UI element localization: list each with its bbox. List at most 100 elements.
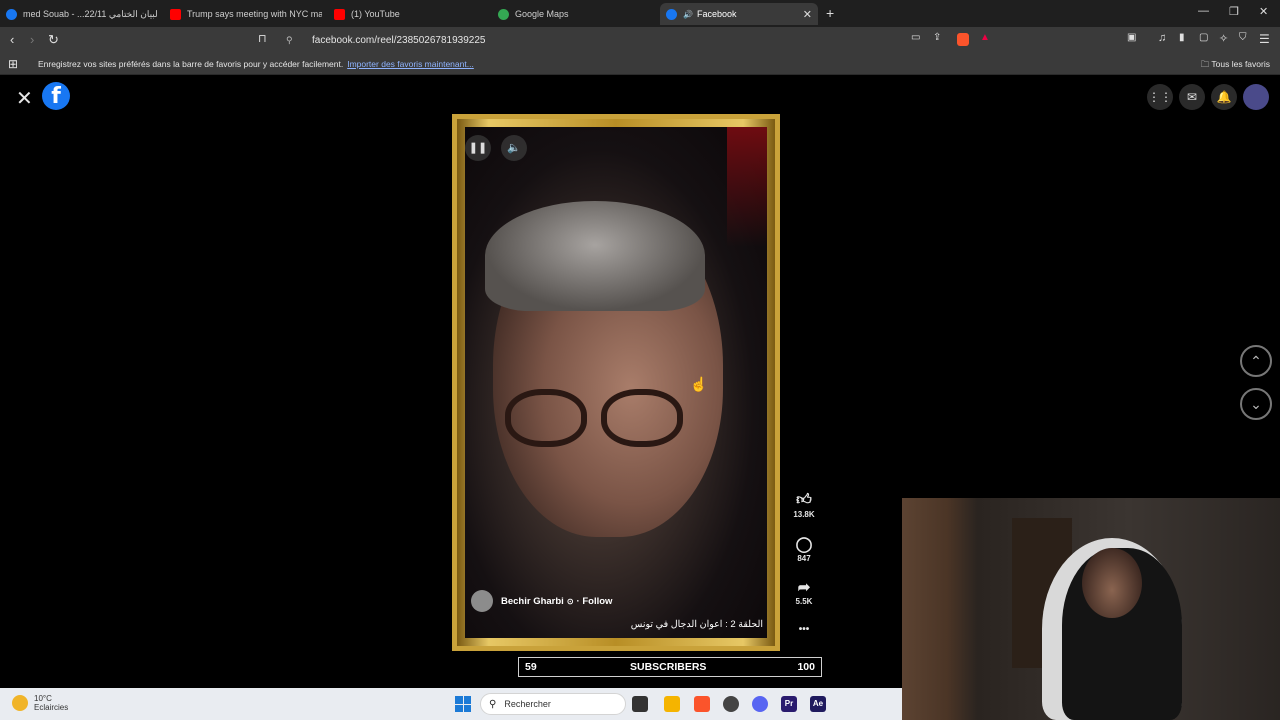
weather-condition: Eclaircies — [34, 703, 69, 712]
background-glow — [727, 127, 767, 247]
windows-start-icon[interactable] — [455, 696, 471, 712]
search-placeholder: Rechercher — [504, 699, 551, 709]
vpn-icon[interactable]: ⛉ — [1239, 32, 1247, 43]
share-icon[interactable]: ⇪ — [933, 32, 941, 43]
youtube-favicon-icon — [170, 8, 181, 20]
tab-label: Trump says meeting with NYC mayor — [187, 9, 322, 19]
subscriber-label: SUBSCRIBERS — [630, 661, 707, 673]
back-icon[interactable]: ‹ — [10, 32, 14, 47]
next-reel-button[interactable]: ⌄ — [1240, 388, 1272, 420]
panel-icon[interactable]: ▮ — [1179, 32, 1185, 43]
bookmarks-message: Enregistrez vos sites préférés dans la b… — [38, 59, 344, 69]
search-icon: ⚲ — [489, 698, 497, 710]
like-icon: 👍︎ — [796, 491, 812, 508]
address-bar[interactable]: ⚲ facebook.com/reel/2385026781939225 — [278, 29, 998, 51]
tab-youtube[interactable]: (1) YouTube — [334, 3, 486, 25]
folder-icon: 🗀 — [1200, 59, 1212, 69]
more-options-button[interactable]: ••• — [791, 624, 817, 635]
author-name[interactable]: Bechir Gharbi — [501, 596, 564, 607]
maximize-icon[interactable]: ❐ — [1229, 5, 1239, 18]
address-toolbar: ‹ › ↻ ⊓ ⚲ facebook.com/reel/238502678193… — [0, 27, 1280, 53]
temperature: 10°C — [34, 694, 52, 703]
premiere-pro-icon[interactable]: Pr — [781, 696, 797, 712]
bookmarks-bar: ⊞ Enregistrez vos sites préférés dans la… — [0, 53, 1280, 75]
tab-facebook-1[interactable]: med Souab - ...22/11 البيان الختامي — [6, 3, 158, 25]
like-count: 13.8K — [793, 510, 815, 519]
cast-icon[interactable]: ▭ — [911, 32, 920, 43]
brave-browser-icon[interactable] — [694, 696, 710, 712]
task-view-icon[interactable] — [632, 696, 648, 712]
profile-avatar[interactable] — [1243, 84, 1269, 110]
reload-icon[interactable]: ↻ — [48, 32, 59, 48]
subscriber-count: 59 — [525, 661, 537, 673]
tab-label: Google Maps — [515, 9, 569, 19]
follow-button[interactable]: · Follow — [577, 596, 613, 607]
tab-facebook-active[interactable]: 🔊 Facebook ✕ — [660, 3, 818, 25]
partly-sunny-icon — [12, 695, 28, 711]
comment-count: 847 — [797, 554, 811, 563]
tab-google-maps[interactable]: Google Maps — [498, 3, 650, 25]
tab-label: Facebook — [696, 9, 737, 19]
tab-trump-news[interactable]: Trump says meeting with NYC mayor — [170, 3, 322, 25]
subscriber-goal-bar: 59 SUBSCRIBERS 100 — [518, 657, 822, 677]
facebook-logo-icon[interactable]: f — [42, 82, 70, 110]
windows-taskbar: 10°C Eclaircies ⚲ Rechercher Pr Ae — [0, 688, 902, 720]
reel-video[interactable]: ❚❚ 🔈 Bechir Gharbi ⊙ · Follow الحلقة 2 :… — [465, 127, 767, 638]
streamer-head-image — [1082, 548, 1142, 618]
all-bookmarks-label: Tous les favoris — [1211, 59, 1270, 69]
glasses-image — [505, 389, 735, 449]
messenger-icon[interactable]: ✉ — [1179, 84, 1205, 110]
apps-grid-icon[interactable]: ⊞ — [8, 57, 18, 71]
pause-icon[interactable]: ❚❚ — [465, 135, 491, 161]
subscriber-goal: 100 — [797, 661, 815, 673]
volume-icon[interactable]: 🔈 — [501, 135, 527, 161]
comment-icon: ◯ — [795, 536, 813, 553]
taskbar-search[interactable]: ⚲ Rechercher — [480, 693, 626, 715]
after-effects-icon[interactable]: Ae — [810, 696, 826, 712]
author-avatar[interactable] — [471, 590, 493, 612]
bookmark-icon[interactable]: ⊓ — [258, 32, 267, 45]
forward-icon[interactable]: › — [30, 32, 34, 47]
weather-widget[interactable]: 10°C Eclaircies — [12, 694, 68, 712]
maps-favicon-icon — [498, 8, 509, 20]
comment-button[interactable]: ◯ 847 — [791, 535, 817, 563]
facebook-favicon-icon — [6, 8, 17, 20]
brave-shields-icon[interactable] — [957, 33, 969, 46]
share-arrow-icon: ➦ — [797, 579, 811, 596]
reel-video-frame[interactable]: ❚❚ 🔈 Bechir Gharbi ⊙ · Follow الحلقة 2 :… — [452, 114, 780, 651]
close-reel-icon[interactable]: ✕ — [16, 86, 33, 111]
share-button[interactable]: ➦ 5.5K — [791, 578, 817, 606]
leo-ai-icon[interactable]: ✧ — [1219, 32, 1228, 45]
youtube-favicon-icon — [334, 8, 345, 20]
tab-label: med Souab - ...22/11 البيان الختامي — [23, 8, 158, 19]
reel-author[interactable]: Bechir Gharbi ⊙ · Follow — [471, 590, 612, 612]
webcam-overlay — [902, 498, 1280, 720]
tab-label: (1) YouTube — [351, 9, 400, 19]
site-info-icon[interactable]: ⚲ — [286, 35, 302, 46]
speaker-hair-image — [485, 201, 705, 311]
brave-rewards-icon[interactable]: ▲ — [980, 32, 990, 43]
hand-cursor-icon: ☝ — [690, 376, 708, 392]
sidebar-icon[interactable]: ▣ — [1127, 32, 1136, 43]
menu-grid-icon[interactable]: ⋮⋮ — [1147, 84, 1173, 110]
close-tab-icon[interactable]: ✕ — [803, 8, 818, 21]
notifications-bell-icon[interactable]: 🔔 — [1211, 84, 1237, 110]
file-explorer-icon[interactable] — [664, 696, 680, 712]
new-tab-button[interactable]: + — [826, 5, 834, 21]
bookmarks-hint: Enregistrez vos sites préférés dans la b… — [38, 59, 474, 69]
minimize-icon[interactable]: — — [1198, 5, 1209, 17]
url-text: facebook.com/reel/2385026781939225 — [312, 34, 486, 46]
obs-icon[interactable] — [723, 696, 739, 712]
discord-icon[interactable] — [752, 696, 768, 712]
like-button[interactable]: 👍︎ 13.8K — [791, 491, 817, 519]
verified-icon: ⊙ — [566, 596, 574, 606]
close-window-icon[interactable]: ✕ — [1259, 5, 1268, 18]
previous-reel-button[interactable]: ⌃ — [1240, 345, 1272, 377]
wallet-icon[interactable]: ▢ — [1199, 32, 1208, 43]
all-bookmarks-button[interactable]: 🗀 Tous les favoris — [1201, 59, 1270, 73]
share-count: 5.5K — [795, 597, 813, 606]
media-icon[interactable]: ♫ — [1158, 32, 1166, 44]
menu-icon[interactable]: ☰ — [1259, 32, 1270, 46]
tab-bar: med Souab - ...22/11 البيان الختامي Trum… — [0, 0, 1280, 27]
import-bookmarks-link[interactable]: Importer des favoris maintenant... — [347, 59, 474, 69]
